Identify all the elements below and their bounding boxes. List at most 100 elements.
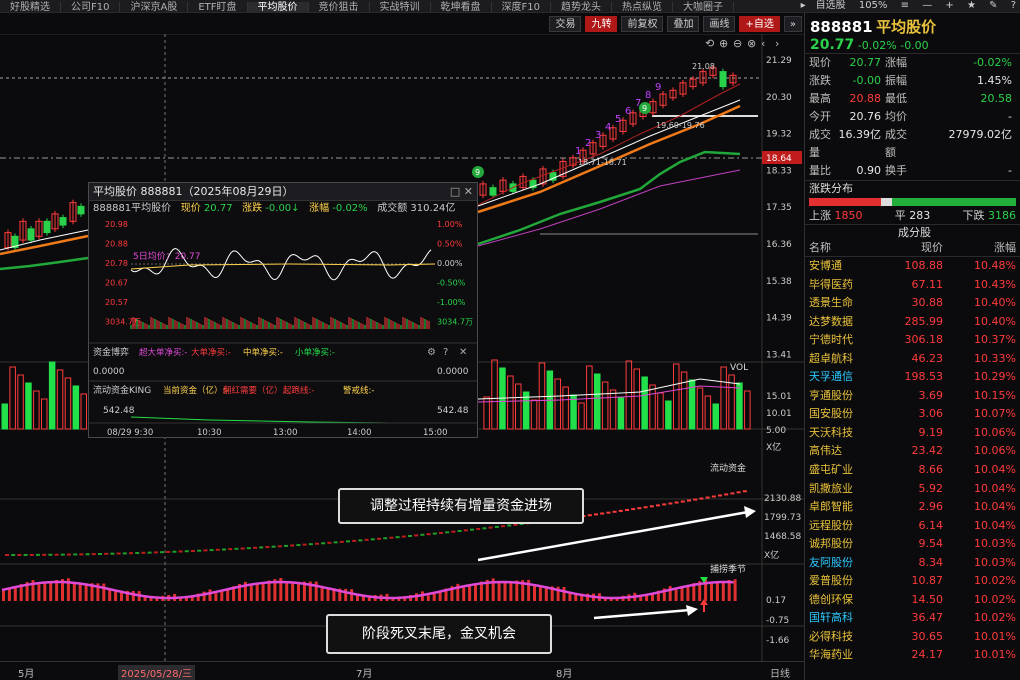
component-row[interactable]: 远程股份 6.14 10.04% (805, 517, 1020, 536)
annotation-top: 调整过程持续有增量资金进场 (338, 488, 584, 524)
component-cell: 友阿股份 (809, 555, 853, 569)
top-tab[interactable]: 实战特训 (370, 2, 431, 12)
stat-cell: -0.00 (852, 74, 881, 87)
component-row[interactable]: 透景生命 30.88 10.40% (805, 294, 1020, 313)
top-tab[interactable]: 平均股价 (247, 2, 309, 12)
component-cell: 10.02% (974, 611, 1016, 625)
component-row[interactable]: 卓郎智能 2.96 10.04% (805, 498, 1020, 517)
chart-control-icon: ⊕ (719, 37, 728, 50)
add-watch-button[interactable]: +自选 (739, 16, 780, 32)
component-row[interactable]: 友阿股份 8.34 10.03% (805, 554, 1020, 573)
component-row[interactable]: 达梦数据 285.99 10.40% (805, 313, 1020, 332)
popup-king-line (130, 416, 435, 424)
vol-ma (477, 378, 741, 400)
edit-icon[interactable]: ✎ (989, 0, 997, 11)
flow-dot (308, 543, 313, 546)
flow-dot (432, 532, 437, 535)
draw-button[interactable]: 画线 (703, 16, 736, 32)
flow-dot (600, 512, 605, 515)
top-tab[interactable]: 乾坤看盘 (431, 2, 492, 12)
top-tab[interactable]: 大咖圈子 (673, 2, 734, 12)
flow-dot (594, 513, 598, 516)
flow-dot (17, 553, 22, 556)
star-icon[interactable]: ★ (967, 0, 976, 11)
component-row[interactable]: 诚邦股份 9.54 10.03% (805, 535, 1020, 554)
component-row[interactable]: 天沃科技 9.19 10.06% (805, 424, 1020, 443)
popup-title: 平均股价 888881（2025年08月29日） □ ✕ (89, 183, 477, 201)
top-tab[interactable]: 趋势龙头 (551, 2, 612, 12)
component-row[interactable]: 国安股份 3.06 10.07% (805, 405, 1020, 424)
fav-button[interactable]: ▸ 自选股 (801, 0, 846, 11)
component-row[interactable]: 华海药业 24.17 10.01% (805, 646, 1020, 665)
component-row[interactable]: 德创环保 14.50 10.02% (805, 591, 1020, 610)
top-tab[interactable]: 竞价狙击 (309, 2, 370, 12)
flow-dot (662, 503, 667, 506)
component-row[interactable]: 凯撒旅业 5.92 10.04% (805, 480, 1020, 499)
season-bar (733, 579, 737, 601)
component-row[interactable]: 超卓航科 46.23 10.33% (805, 350, 1020, 369)
intraday-popup[interactable]: 平均股价 888881（2025年08月29日） □ ✕ 888881平均股价 … (88, 182, 478, 438)
top-tab[interactable]: 沪深京A股 (120, 2, 189, 12)
dist-values: 上涨 1850 平 283 下跌 3186 (809, 209, 1016, 222)
season-bar (261, 582, 265, 601)
popup-left-tick: 20.57 (105, 298, 128, 307)
popup-king-title: 流动资金KING (93, 384, 151, 396)
stat-cell: - (1008, 164, 1012, 177)
help-icon[interactable]: ? (1011, 0, 1016, 11)
component-row[interactable]: 安博通 108.88 10.48% (805, 257, 1020, 276)
zoom-level[interactable]: 105% (859, 0, 888, 11)
nine-turn-button[interactable]: 九转 (585, 16, 618, 32)
popup-fund-ctl: ? (443, 347, 448, 358)
adjust-button[interactable]: 前复权 (621, 16, 664, 32)
flow-dot (209, 549, 214, 552)
component-row[interactable]: 盛屯矿业 8.66 10.04% (805, 461, 1020, 480)
chart-control-icon: › (775, 37, 779, 50)
component-cell: 10.29% (974, 370, 1016, 384)
flow-dot (383, 537, 388, 540)
period-button[interactable]: 日线 (770, 665, 790, 680)
component-row[interactable]: 必得科技 30.65 10.01% (805, 628, 1020, 647)
top-tab[interactable]: 好股精选 (0, 2, 61, 12)
menu-icon[interactable]: ≡ (901, 0, 909, 11)
overlay-button[interactable]: 叠加 (667, 16, 700, 32)
component-row[interactable]: 毕得医药 67.11 10.43% (805, 276, 1020, 295)
season-bar (432, 593, 436, 601)
component-cell: 10.40% (974, 296, 1016, 310)
top-tab[interactable]: 公司F10 (61, 2, 121, 12)
season-bar (350, 589, 354, 601)
top-tab[interactable]: 深度F10 (492, 2, 551, 12)
component-row[interactable]: 亨通股份 3.69 10.15% (805, 387, 1020, 406)
popup-left-tick: 20.78 (105, 259, 128, 268)
component-row[interactable]: 宁德时代 306.18 10.37% (805, 331, 1020, 350)
season-bar (37, 584, 41, 601)
top-tab[interactable]: 热点纵览 (612, 2, 673, 12)
flow-dot (742, 490, 747, 493)
plus-icon[interactable]: + (945, 0, 953, 11)
component-cell: 23.42 (911, 444, 944, 458)
ma-line (0, 256, 89, 271)
top-tab[interactable]: ETF盯盘 (188, 2, 248, 12)
popup-left-tick: 3034.7万 (105, 318, 141, 327)
component-row[interactable]: 爱普股份 10.87 10.02% (805, 572, 1020, 591)
component-row[interactable]: 天孚通信 198.53 10.29% (805, 368, 1020, 387)
price-tick: 17.35 (766, 203, 792, 213)
candle (43, 220, 51, 234)
minimize-icon[interactable]: — (922, 0, 932, 11)
flow-dot (333, 541, 338, 544)
flow-dot (693, 498, 698, 501)
component-cell: 3.69 (918, 388, 944, 402)
trade-button[interactable]: 交易 (549, 16, 582, 32)
stat-cell: 20.88 (849, 92, 882, 105)
vol-tick: X亿 (766, 441, 781, 453)
stat-cell: 27979.02亿 (948, 128, 1013, 141)
annot-mid: 19.69-19.76 (656, 121, 705, 130)
arrow-head (686, 605, 698, 616)
component-row[interactable]: 国轩高科 36.47 10.02% (805, 609, 1020, 628)
component-row[interactable]: 高伟达 23.42 10.06% (805, 442, 1020, 461)
popup-time-tick: 14:00 (347, 428, 372, 437)
more-button[interactable]: » (783, 16, 802, 32)
popup-close-icon[interactable]: □ ✕ (450, 183, 473, 201)
flow-dot (730, 492, 735, 495)
season-bar (72, 583, 76, 601)
stat-cell: 1.45% (977, 74, 1012, 87)
